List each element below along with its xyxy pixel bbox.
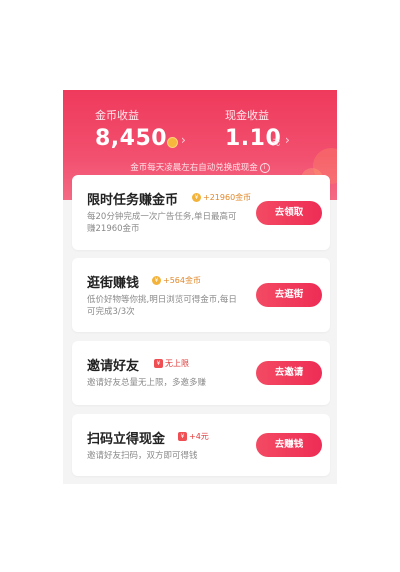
- task-title: 邀请好友: [87, 359, 140, 374]
- task-title: 扫码立得现金: [87, 432, 166, 447]
- info-icon[interactable]: i: [259, 162, 270, 173]
- task-card-invite: 邀请好友 ¥ 无上限 邀请好友总量无上限，多邀多赚 去邀请: [72, 341, 330, 405]
- app-screen: 金币收益 8,450 › 现金收益 1.10 元 › 金币每天凌晨左右自动兑换成…: [63, 90, 337, 484]
- go-shopping-button[interactable]: 去逛街: [256, 283, 322, 307]
- task-description: 邀请好友总量无上限，多邀多赚: [87, 378, 207, 388]
- task-description: 邀请好友扫码，双方即可得钱: [87, 451, 198, 461]
- task-card-shopping: 逛街赚钱 ¥ +564金币 低价好物等你挑,明日浏览可得金币,每日可完成3/3次 …: [72, 258, 330, 332]
- task-card-limited: 限时任务赚金币 ¥ +21960金币 每20分钟完成一次广告任务,单日最高可赚21…: [72, 175, 330, 250]
- exchange-notice-text: 金币每天凌晨左右自动兑换成现金: [130, 163, 258, 173]
- cash-unit: 元: [272, 138, 280, 147]
- task-reward-badge: ¥ +564金币: [152, 275, 201, 286]
- task-reward-text: +4元: [189, 432, 209, 441]
- earn-cash-button[interactable]: 去赚钱: [256, 433, 322, 457]
- chevron-right-icon[interactable]: ›: [285, 133, 290, 147]
- task-card-scan: 扫码立得现金 ¥ +4元 邀请好友扫码，双方即可得钱 去赚钱: [72, 414, 330, 476]
- task-reward-badge: ¥ 无上限: [154, 358, 189, 369]
- invite-button[interactable]: 去邀请: [256, 361, 322, 385]
- task-reward-text: +564金币: [163, 276, 201, 285]
- coin-icon: [167, 137, 178, 148]
- red-envelope-icon: ¥: [178, 432, 187, 441]
- chevron-right-icon[interactable]: ›: [181, 133, 186, 147]
- claim-button[interactable]: 去领取: [256, 201, 322, 225]
- task-title: 限时任务赚金币: [87, 193, 179, 208]
- coin-earnings-value[interactable]: 8,450: [95, 126, 167, 151]
- exchange-notice: 金币每天凌晨左右自动兑换成现金 i: [63, 161, 337, 173]
- task-reward-badge: ¥ +21960金币: [192, 192, 251, 203]
- task-reward-text: 无上限: [165, 359, 189, 368]
- cash-earnings-label: 现金收益: [225, 109, 269, 122]
- task-description: 每20分钟完成一次广告任务,单日最高可赚21960金币: [87, 212, 237, 234]
- coin-icon: ¥: [192, 193, 201, 202]
- task-description: 低价好物等你挑,明日浏览可得金币,每日可完成3/3次: [87, 295, 237, 317]
- task-title: 逛街赚钱: [87, 276, 140, 291]
- task-reward-text: +21960金币: [203, 193, 252, 202]
- red-envelope-icon: ¥: [154, 359, 163, 368]
- coin-earnings-label: 金币收益: [95, 109, 139, 122]
- coin-icon: ¥: [152, 276, 161, 285]
- task-reward-badge: ¥ +4元: [178, 431, 209, 442]
